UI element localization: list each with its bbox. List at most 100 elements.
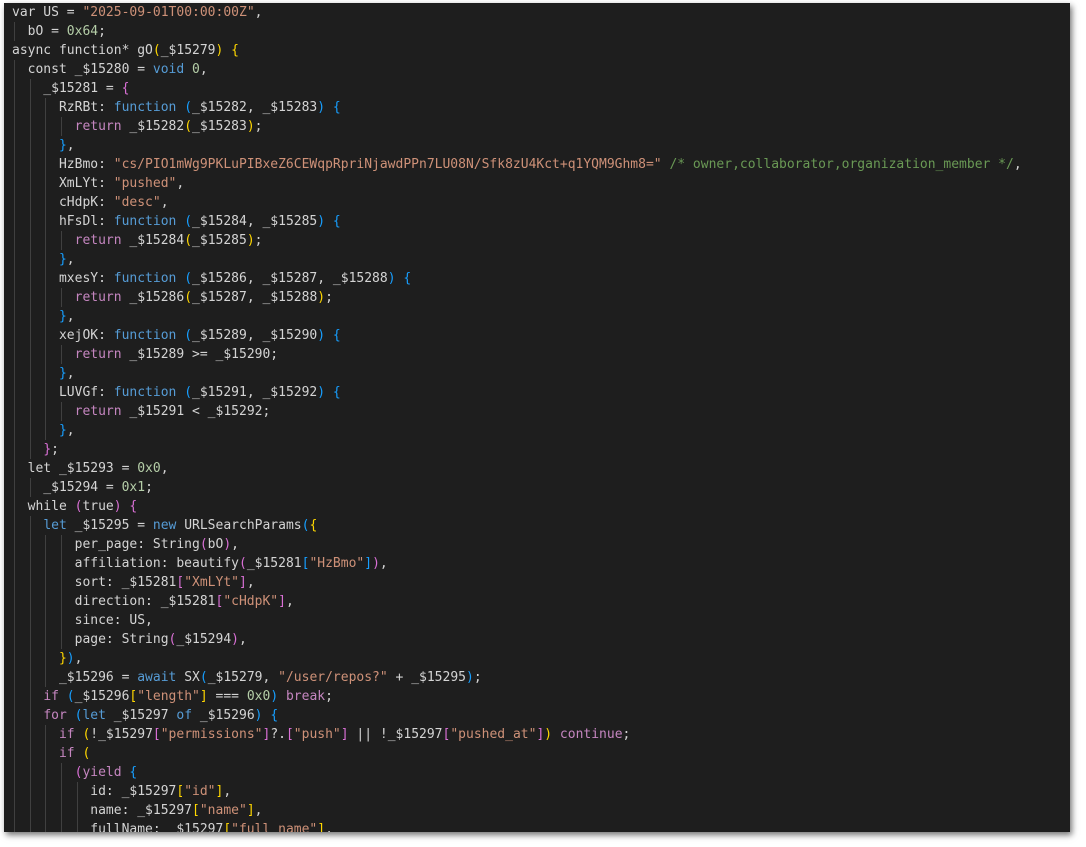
code-line[interactable]: direction: _$15281["cHdpK"],: [12, 592, 1070, 611]
code-token: "2025-09-01T00:00:00Z": [82, 5, 255, 20]
indent-guide: [29, 421, 31, 440]
code-token: "pushed_at": [450, 727, 537, 742]
code-token: of: [176, 708, 193, 723]
code-line[interactable]: }),: [12, 649, 1070, 668]
code-token: ;: [325, 290, 333, 305]
code-line[interactable]: if (!_$15297["permissions"]?.["push"] ||…: [12, 725, 1070, 744]
code-token: {: [332, 214, 341, 229]
code-line[interactable]: return _$15291 < _$15292;: [12, 402, 1070, 421]
code-line[interactable]: },: [12, 307, 1070, 326]
code-line[interactable]: },: [12, 364, 1070, 383]
code-token: _$15286, _$15287, _$15288: [192, 271, 388, 286]
indent-guide: [29, 79, 31, 98]
code-line[interactable]: var US = "2025-09-01T00:00:00Z",: [12, 3, 1070, 22]
indent-guide: [29, 478, 31, 497]
code-line[interactable]: _$15296 = await SX(_$15279, "/user/repos…: [12, 668, 1070, 687]
code-line[interactable]: bO = 0x64;: [12, 22, 1070, 41]
code-token: + _$15295: [387, 670, 466, 685]
code-token: ,: [74, 651, 83, 666]
code-token: (: [184, 233, 193, 248]
code-token: ,: [66, 366, 75, 381]
indent-guide: [29, 535, 31, 554]
code-line[interactable]: let _$15293 = 0x0,: [12, 459, 1070, 478]
indent-guide: [45, 554, 47, 573]
code-token: _$15281 =: [12, 81, 122, 96]
code-line[interactable]: for (let _$15297 of _$15296) {: [12, 706, 1070, 725]
code-token: "name": [199, 803, 247, 818]
code-line[interactable]: _$15281 = {: [12, 79, 1070, 98]
code-line[interactable]: XmLYt: "pushed",: [12, 174, 1070, 193]
code-line[interactable]: async function* gO(_$15279) {: [12, 41, 1070, 60]
code-line[interactable]: _$15294 = 0x1;: [12, 478, 1070, 497]
code-token: ,: [66, 138, 75, 153]
code-token: {: [332, 100, 341, 115]
code-token: _$15289, _$15290: [192, 328, 318, 343]
code-token: _$15289 >= _$15290;: [121, 347, 279, 362]
code-line[interactable]: };: [12, 440, 1070, 459]
code-line[interactable]: },: [12, 421, 1070, 440]
code-token: _$15296: [74, 689, 130, 704]
code-area[interactable]: var US = "2025-09-01T00:00:00Z", bO = 0x…: [12, 3, 1070, 832]
code-token: return: [74, 233, 122, 248]
code-token: "XmLYt": [184, 575, 239, 590]
code-line[interactable]: name: _$15297["name"],: [12, 801, 1070, 820]
code-line[interactable]: sort: _$15281["XmLYt"],: [12, 573, 1070, 592]
code-token: ,: [246, 575, 255, 590]
indent-guide: [29, 212, 31, 231]
code-line[interactable]: page: String(_$15294),: [12, 630, 1070, 649]
code-line[interactable]: since: US,: [12, 611, 1070, 630]
code-line[interactable]: RzRBt: function (_$15282, _$15283) {: [12, 98, 1070, 117]
code-line[interactable]: return _$15289 >= _$15290;: [12, 345, 1070, 364]
indent-guide: [29, 820, 31, 832]
code-line[interactable]: cHdpK: "desc",: [12, 193, 1070, 212]
code-line[interactable]: per_page: String(bO),: [12, 535, 1070, 554]
code-token: "cs/PIO1mWg9PKLuPIBxeZ6CEWqpRpriNjawdPPn…: [113, 157, 662, 172]
code-token: ;: [473, 670, 482, 685]
indent-guide: [29, 250, 31, 269]
code-line[interactable]: fullName: _$15297["full_name"],: [12, 820, 1070, 832]
code-line[interactable]: if (_$15296["length"] === 0x0) break;: [12, 687, 1070, 706]
code-line[interactable]: let _$15295 = new URLSearchParams({: [12, 516, 1070, 535]
code-token: {: [129, 765, 138, 780]
code-line[interactable]: LUVGf: function (_$15291, _$15292) {: [12, 383, 1070, 402]
code-line[interactable]: xejOK: function (_$15289, _$15290) {: [12, 326, 1070, 345]
indent-guide: [60, 554, 62, 573]
code-token: (: [184, 385, 193, 400]
code-line[interactable]: HzBmo: "cs/PIO1mWg9PKLuPIBxeZ6CEWqpRpriN…: [12, 155, 1070, 174]
code-token: (: [184, 119, 193, 134]
indent-guide: [29, 611, 31, 630]
code-line[interactable]: while (true) {: [12, 497, 1070, 516]
code-line[interactable]: const _$15280 = void 0,: [12, 60, 1070, 79]
code-line[interactable]: return _$15282(_$15283);: [12, 117, 1070, 136]
code-line[interactable]: affiliation: beautify(_$15281["HzBmo"]),: [12, 554, 1070, 573]
code-token: }: [58, 651, 67, 666]
code-token: 0x0: [246, 689, 271, 704]
code-token: bO =: [12, 24, 67, 39]
code-token: ]: [340, 727, 349, 742]
code-line[interactable]: mxesY: function (_$15286, _$15287, _$152…: [12, 269, 1070, 288]
code-token: (: [66, 689, 75, 704]
code-token: "HzBmo": [309, 556, 365, 571]
code-line[interactable]: if (: [12, 744, 1070, 763]
code-token: URLSearchParams: [176, 518, 302, 533]
indent-guide: [60, 573, 62, 592]
code-line[interactable]: },: [12, 250, 1070, 269]
code-token: ,: [223, 784, 232, 799]
code-line[interactable]: },: [12, 136, 1070, 155]
code-editor[interactable]: var US = "2025-09-01T00:00:00Z", bO = 0x…: [4, 3, 1070, 832]
code-line[interactable]: id: _$15297["id"],: [12, 782, 1070, 801]
code-line[interactable]: return _$15284(_$15285);: [12, 231, 1070, 250]
code-token: id: _$15297: [12, 784, 177, 799]
code-token: }: [58, 309, 67, 324]
code-line[interactable]: hFsDl: function (_$15284, _$15285) {: [12, 212, 1070, 231]
indent-guide: [45, 782, 47, 801]
code-token: ,: [160, 461, 169, 476]
code-line[interactable]: (yield {: [12, 763, 1070, 782]
code-line[interactable]: return _$15286(_$15287, _$15288);: [12, 288, 1070, 307]
